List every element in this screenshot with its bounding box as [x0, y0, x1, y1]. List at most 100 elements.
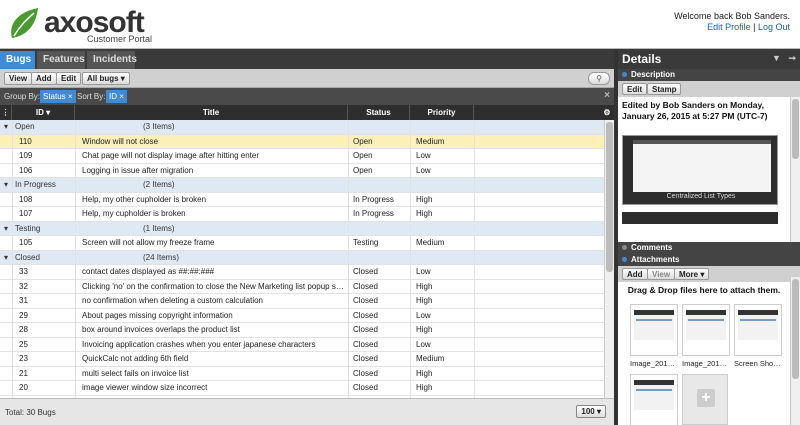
tab-bugs[interactable]: Bugs — [0, 51, 35, 69]
bug-priority: High — [416, 296, 433, 306]
bug-id: 106 — [19, 165, 33, 175]
edit-profile-link[interactable]: Edit Profile — [707, 22, 751, 32]
attachment-view-button[interactable]: View — [647, 268, 676, 280]
sort-arrow-icon: ▾ — [46, 108, 51, 117]
bug-status: Closed — [353, 325, 378, 335]
description-scrollbar[interactable] — [790, 97, 800, 242]
comments-section-header[interactable]: Comments — [618, 242, 800, 254]
bug-id: 25 — [19, 339, 28, 349]
group-by-chip[interactable]: Status × — [40, 90, 76, 103]
group-by-value: Status — [43, 92, 66, 101]
table-row[interactable]: 25 Invoicing application crashes when you… — [0, 338, 604, 353]
logout-link[interactable]: Log Out — [758, 22, 790, 32]
attachment-thumbnail[interactable] — [630, 374, 678, 425]
add-attachment-tile[interactable]: + — [682, 374, 728, 425]
group-count: (2 Items) — [143, 180, 175, 190]
collapse-triangle-icon[interactable]: ▾ — [4, 253, 8, 262]
details-header: Details ▼ ➞ — [618, 49, 800, 69]
link-separator: | — [753, 22, 756, 32]
search-button[interactable]: ⚲ — [588, 72, 610, 85]
stamp-button[interactable]: Stamp — [647, 83, 682, 95]
attachments-scrollbar[interactable] — [790, 277, 800, 425]
column-header-title[interactable]: Title — [75, 105, 348, 120]
bug-status: Open — [353, 151, 373, 161]
bug-priority: High — [416, 325, 433, 335]
filter-dropdown[interactable]: All bugs ▾ — [82, 72, 130, 85]
group-count: (3 Items) — [143, 122, 175, 131]
table-row[interactable]: 33 contact dates displayed as ##:##:### Cl… — [0, 265, 604, 280]
bug-status: Testing — [353, 238, 379, 248]
table-row[interactable]: 28 box around invoices overlaps the produ… — [0, 323, 604, 338]
view-button[interactable]: View — [4, 72, 33, 85]
column-header-id[interactable]: ID ▾ — [12, 105, 75, 120]
grid-scrollbar[interactable] — [604, 120, 614, 398]
column-header-priority[interactable]: Priority — [410, 105, 474, 120]
bug-id: 105 — [19, 238, 33, 248]
table-row[interactable]: 31 no confirmation when deleting a custom… — [0, 294, 604, 309]
add-button[interactable]: Add — [31, 72, 57, 85]
scroll-thumb[interactable] — [792, 99, 799, 159]
user-welcome: Welcome back Bob Sanders. Edit Profile |… — [674, 11, 790, 33]
scroll-thumb[interactable] — [792, 279, 799, 379]
edit-button[interactable]: Edit — [56, 72, 82, 85]
close-icon[interactable]: × — [604, 90, 610, 101]
page-size-dropdown[interactable]: 100 ▾ — [576, 405, 606, 418]
column-menu-icon[interactable]: ⋮ — [0, 105, 12, 120]
table-row[interactable]: 108 Help, my other cupholder is broken In … — [0, 193, 604, 208]
collapse-arrow-icon[interactable]: ➞ — [788, 53, 796, 63]
group-header-row[interactable]: ▾ Closed (24 Items) — [0, 250, 604, 266]
group-header-row[interactable]: ▾ Open (3 Items) — [0, 120, 604, 135]
collapse-triangle-icon[interactable]: ▾ — [4, 224, 8, 233]
remove-icon[interactable]: × — [119, 92, 124, 101]
sort-by-chip[interactable]: ID × — [106, 90, 127, 103]
tab-features[interactable]: Features — [37, 51, 85, 69]
description-edit-button[interactable]: Edit — [622, 83, 648, 95]
bug-title: Chat page will not display image after h… — [82, 151, 259, 161]
drop-zone-text[interactable]: Drag & Drop files here to attach them. — [618, 285, 790, 295]
filter-icon[interactable]: ▼ — [772, 53, 781, 63]
attachment-thumbnail[interactable] — [682, 304, 730, 356]
attachments-section-header[interactable]: Attachments — [618, 254, 800, 266]
tab-incidents[interactable]: Incidents — [87, 51, 137, 69]
brand-logo[interactable]: axosoft Customer Portal — [4, 4, 164, 46]
table-row[interactable]: 29 About pages missing copyright informat… — [0, 309, 604, 324]
table-row[interactable]: 23 QuickCalc not adding 6th field Closed Me… — [0, 352, 604, 367]
table-row[interactable]: 106 Logging in issue after migration Open L… — [0, 164, 604, 179]
attachment-name: Image_201… — [682, 359, 728, 368]
table-row[interactable]: 20 image viewer window size incorrect Clos… — [0, 381, 604, 396]
group-header-row[interactable]: ▾ Testing (1 Items) — [0, 221, 604, 237]
gear-icon[interactable]: ⚙ — [600, 105, 614, 120]
table-row[interactable]: 32 Clicking 'no' on the confirmation to c… — [0, 280, 604, 295]
group-sort-bar: Group By: Status × Sort By: ID × × — [0, 88, 614, 105]
group-header-row[interactable]: ▾ In Progress (2 Items) — [0, 178, 604, 193]
description-section-header[interactable]: Description — [618, 69, 800, 81]
bug-status: Closed — [353, 310, 378, 320]
bug-id: 110 — [19, 136, 32, 146]
attachment-more-dropdown[interactable]: More ▾ — [674, 268, 710, 280]
table-row[interactable]: 109 Chat page will not display image afte… — [0, 149, 604, 164]
column-header-status[interactable]: Status — [348, 105, 410, 120]
table-row[interactable]: 21 multi select fails on invoice list Clos… — [0, 367, 604, 382]
column-divider — [474, 120, 475, 398]
plus-icon: + — [697, 389, 715, 407]
attachment-thumbnail[interactable] — [630, 304, 678, 356]
bug-title: Screen will not allow my freeze frame — [82, 238, 215, 248]
group-name: Open — [15, 122, 35, 131]
table-row[interactable]: 105 Screen will not allow my freeze frame… — [0, 236, 604, 251]
remove-icon[interactable]: × — [68, 92, 73, 101]
bug-status: Closed — [353, 354, 378, 364]
collapse-triangle-icon[interactable]: ▾ — [4, 180, 8, 189]
table-row[interactable]: 107 Help, my cupholder is broken In Progre… — [0, 207, 604, 222]
grid-toolbar: View Add Edit All bugs ▾ ⚲ — [0, 69, 614, 88]
description-text: Edited by Bob Sanders on Monday, January… — [622, 100, 768, 121]
attachment-thumbnail[interactable] — [734, 304, 782, 356]
attachment-name: Screen Sho… — [734, 359, 781, 368]
group-count: (24 Items) — [143, 252, 180, 262]
bug-status: Closed — [353, 339, 378, 349]
bug-title: Clicking 'no' on the confirmation to clo… — [82, 281, 344, 291]
collapse-triangle-icon[interactable]: ▾ — [4, 122, 8, 131]
bug-status: Closed — [353, 383, 378, 393]
attachment-add-button[interactable]: Add — [622, 268, 648, 280]
scroll-thumb[interactable] — [606, 122, 613, 272]
table-row[interactable]: 110 Window will not close Open Medium — [0, 134, 604, 150]
